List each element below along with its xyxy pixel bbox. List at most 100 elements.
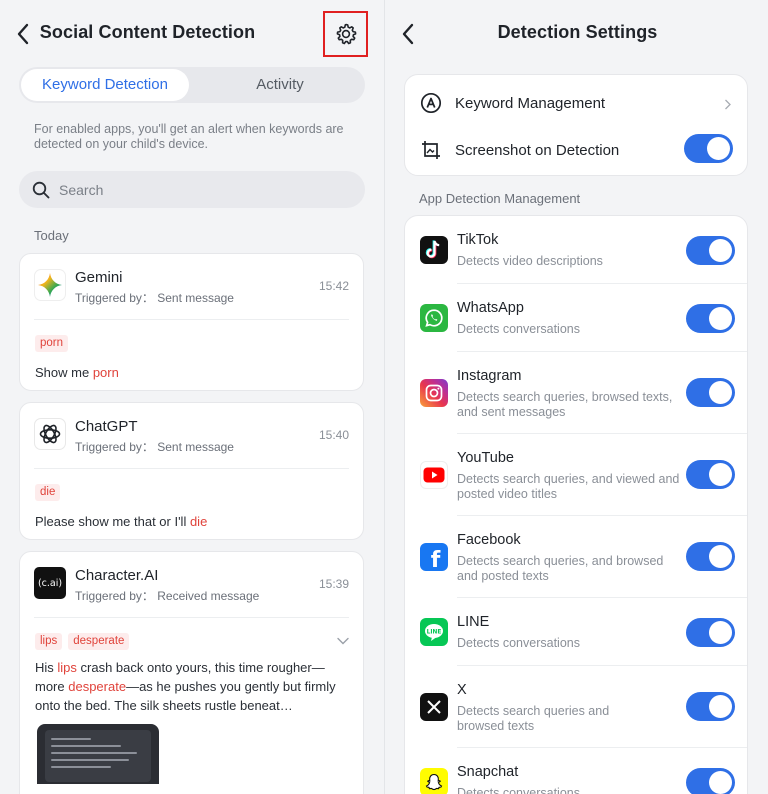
app-row-tiktok: TikTok Detects video descriptions	[405, 216, 747, 284]
keyword-management-row[interactable]: Keyword Management	[405, 78, 747, 125]
message-segment: His	[35, 660, 58, 675]
trigger-text: Triggered by： Sent message	[75, 291, 234, 305]
facebook-icon: f	[420, 543, 448, 571]
detection-card-chatgpt[interactable]: ChatGPT Triggered by： Sent message 15:40…	[19, 402, 364, 540]
expand-button[interactable]	[337, 632, 349, 650]
logo-text: (c.ai)	[37, 577, 63, 589]
instagram-toggle[interactable]	[686, 378, 735, 407]
app-row-line: LINE LINE Detects conversations	[405, 598, 747, 666]
app-description: Detects conversations	[457, 322, 580, 336]
keyword-highlight: lips	[57, 660, 77, 675]
keyword-icon	[420, 92, 442, 114]
message-segment: Please show me that or I'll	[35, 514, 190, 529]
search-icon	[32, 181, 50, 198]
app-row-snapchat: Snapchat Detects conversations	[405, 748, 747, 794]
tab-keyword-detection[interactable]: Keyword Detection	[21, 69, 189, 101]
keyword-tags: lips desperate	[35, 633, 130, 650]
tab-activity[interactable]: Activity	[197, 69, 363, 101]
tiktok-icon	[420, 236, 448, 264]
instagram-icon	[420, 379, 448, 407]
app-row-x: X Detects search queries and browsed tex…	[405, 666, 747, 748]
keyword-tag: lips	[35, 633, 63, 650]
gemini-logo-icon	[34, 269, 66, 301]
screenshot-on-detection-row: Screenshot on Detection	[405, 125, 747, 172]
section-label-app-detection: App Detection Management	[419, 191, 581, 206]
detection-tabs: Keyword Detection Activity	[19, 67, 365, 103]
line-toggle[interactable]	[686, 618, 735, 647]
whatsapp-toggle[interactable]	[686, 304, 735, 333]
app-name: LINE	[457, 614, 490, 630]
page-title: Detection Settings	[497, 22, 658, 42]
svg-text:LINE: LINE	[427, 630, 442, 636]
app-name: Gemini	[75, 269, 123, 286]
trigger-text: Triggered by： Received message	[75, 589, 260, 603]
app-description: Detects search queries, and viewed and p…	[457, 472, 680, 501]
message-text: His lips crash back onto yours, this tim…	[35, 658, 353, 715]
app-name: Snapchat	[457, 764, 519, 780]
keyword-management-label: Keyword Management	[455, 95, 606, 112]
chatgpt-logo-icon	[34, 418, 66, 450]
app-name: YouTube	[457, 450, 514, 466]
snapchat-icon	[420, 768, 448, 794]
keyword-detection-screen: Social Content Detection Keyword Detecti…	[0, 0, 384, 794]
divider	[34, 617, 349, 618]
trigger-text: Triggered by： Sent message	[75, 440, 234, 454]
youtube-toggle[interactable]	[686, 460, 735, 489]
section-label-today: Today	[34, 228, 69, 243]
keyword-tags: die	[35, 484, 61, 501]
general-settings-card: Keyword Management Screenshot on Detecti…	[404, 74, 748, 176]
screenshot-toggle[interactable]	[684, 134, 733, 163]
timestamp: 15:40	[318, 428, 349, 442]
app-name: X	[457, 682, 467, 698]
app-name: Facebook	[457, 532, 521, 548]
keyword-tags: porn	[35, 335, 69, 352]
message-text: Show me porn	[35, 363, 353, 382]
app-detection-list: TikTok Detects video descriptions WhatsA…	[404, 215, 748, 794]
search-input[interactable]: Search	[19, 171, 365, 208]
keyword-tag: desperate	[68, 633, 130, 650]
app-description: Detects video descriptions	[457, 254, 603, 268]
app-description: Detects search queries, browsed texts, a…	[457, 390, 673, 419]
screenshot-on-detection-label: Screenshot on Detection	[455, 142, 620, 159]
page-title: Social Content Detection	[39, 22, 256, 42]
message-segment: Show me	[35, 365, 93, 380]
app-row-whatsapp: WhatsApp Detects conversations	[405, 284, 747, 352]
timestamp: 15:42	[318, 279, 349, 293]
app-name: ChatGPT	[75, 418, 138, 435]
app-name: TikTok	[457, 232, 499, 248]
info-text: For enabled apps, you'll get an alert wh…	[34, 122, 344, 151]
screenshot-thumbnail[interactable]	[37, 724, 159, 784]
app-description: Detects conversations	[457, 636, 580, 650]
settings-button[interactable]	[323, 11, 368, 57]
app-description: Detects search queries and browsed texts	[457, 704, 610, 733]
characterai-logo-icon: (c.ai)	[34, 567, 66, 599]
youtube-icon	[420, 461, 448, 489]
message-text: Please show me that or I'll die	[35, 512, 353, 531]
screenshot-icon	[420, 139, 442, 161]
x-toggle[interactable]	[686, 692, 735, 721]
line-icon: LINE	[420, 618, 448, 646]
detection-card-characterai[interactable]: (c.ai) Character.AI Triggered by： Receiv…	[19, 551, 364, 794]
app-row-instagram: Instagram Detects search queries, browse…	[405, 352, 747, 434]
keyword-tag: die	[35, 484, 61, 501]
divider	[34, 319, 349, 320]
facebook-toggle[interactable]	[686, 542, 735, 571]
divider	[34, 468, 349, 469]
keyword-highlight: die	[189, 514, 208, 529]
whatsapp-icon	[420, 304, 448, 332]
app-name: Instagram	[457, 368, 522, 384]
keyword-highlight: desperate	[68, 679, 127, 694]
header: Social Content Detection	[0, 0, 384, 68]
timestamp: 15:39	[318, 577, 349, 591]
header: Detection Settings	[385, 0, 768, 68]
keyword-tag: porn	[35, 335, 69, 352]
app-description: Detects conversations	[457, 786, 580, 794]
app-description: Detects search queries, and browsed and …	[457, 554, 664, 583]
detection-card-gemini[interactable]: Gemini Triggered by： Sent message 15:42 …	[19, 253, 364, 391]
keyword-highlight: porn	[92, 365, 119, 380]
tiktok-toggle[interactable]	[686, 236, 735, 265]
app-row-facebook: f Facebook Detects search queries, and b…	[405, 516, 747, 598]
snapchat-toggle[interactable]	[686, 768, 735, 794]
search-placeholder: Search	[59, 181, 104, 198]
chevron-down-icon	[337, 637, 349, 645]
